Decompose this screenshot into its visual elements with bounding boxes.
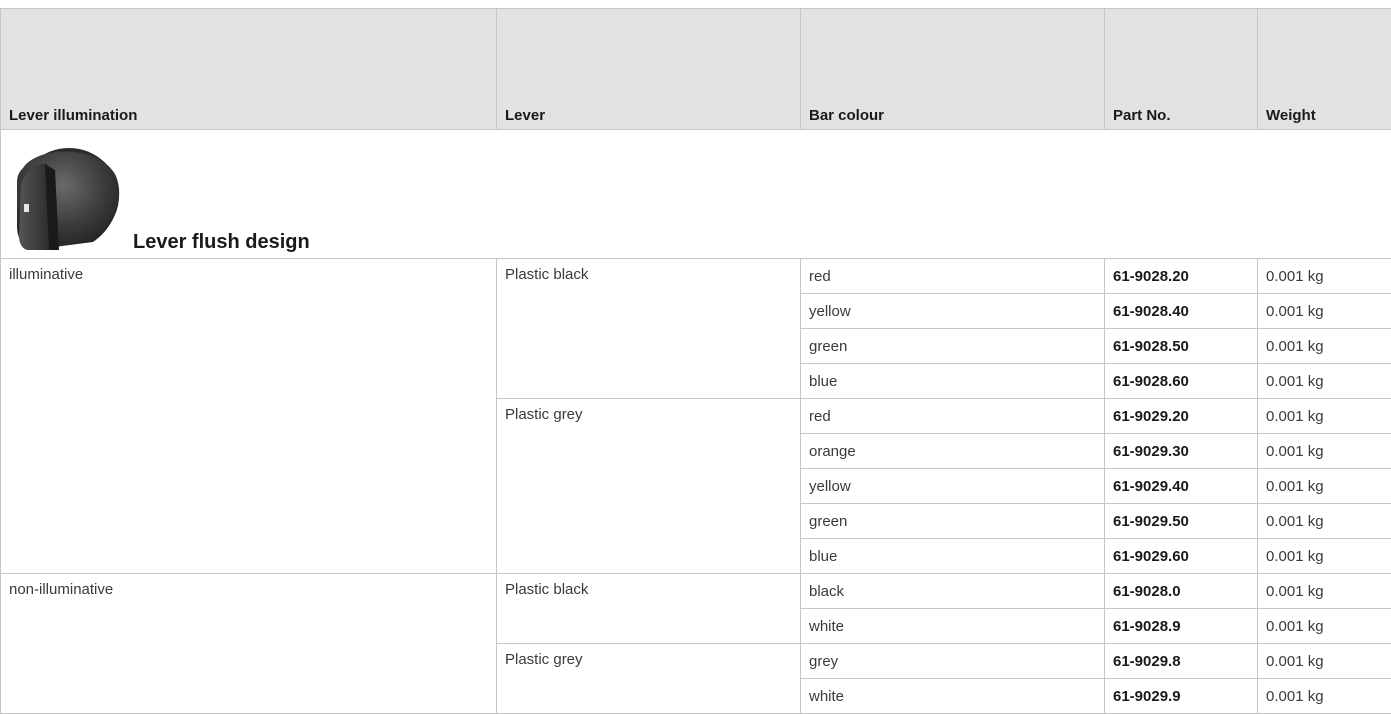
knob-icon [7,146,125,252]
bar-colour-cell: red [801,399,1105,434]
weight-cell: 0.001 kg [1258,504,1391,539]
bar-colour-cell: yellow [801,469,1105,504]
part-no-cell: 61-9029.8 [1105,644,1258,679]
product-table: Lever illumination Lever Bar colour Part… [0,8,1391,714]
illumination-cell: illuminative [1,259,497,574]
bar-colour-cell: blue [801,364,1105,399]
bar-colour-cell: blue [801,539,1105,574]
bar-colour-cell: red [801,259,1105,294]
part-no-cell: 61-9028.50 [1105,329,1258,364]
part-no-cell: 61-9029.40 [1105,469,1258,504]
table-row: non-illuminativePlastic blackblack61-902… [1,574,1391,609]
weight-cell: 0.001 kg [1258,259,1391,294]
part-no-cell: 61-9028.40 [1105,294,1258,329]
part-no-cell: 61-9028.60 [1105,364,1258,399]
lever-cell: Plastic grey [497,644,801,714]
bar-colour-cell: orange [801,434,1105,469]
part-no-cell: 61-9028.20 [1105,259,1258,294]
bar-colour-cell: green [801,504,1105,539]
lever-cell: Plastic black [497,259,801,399]
bar-colour-cell: green [801,329,1105,364]
header-row: Lever illumination Lever Bar colour Part… [1,9,1391,130]
bar-colour-cell: white [801,679,1105,714]
part-no-cell: 61-9029.9 [1105,679,1258,714]
section-title: Lever flush design [133,231,310,254]
header-weight: Weight [1258,9,1391,130]
weight-cell: 0.001 kg [1258,434,1391,469]
header-lever-illumination: Lever illumination [1,9,497,130]
header-bar-colour: Bar colour [801,9,1105,130]
part-no-cell: 61-9029.50 [1105,504,1258,539]
section-cell: Lever flush design [1,130,1391,259]
part-no-cell: 61-9029.30 [1105,434,1258,469]
part-no-cell: 61-9029.60 [1105,539,1258,574]
illumination-cell: non-illuminative [1,574,497,714]
weight-cell: 0.001 kg [1258,644,1391,679]
weight-cell: 0.001 kg [1258,679,1391,714]
bar-colour-cell: white [801,609,1105,644]
weight-cell: 0.001 kg [1258,609,1391,644]
weight-cell: 0.001 kg [1258,469,1391,504]
header-lever: Lever [497,9,801,130]
weight-cell: 0.001 kg [1258,539,1391,574]
part-no-cell: 61-9028.0 [1105,574,1258,609]
part-no-cell: 61-9029.20 [1105,399,1258,434]
bar-colour-cell: yellow [801,294,1105,329]
weight-cell: 0.001 kg [1258,364,1391,399]
header-part-no: Part No. [1105,9,1258,130]
weight-cell: 0.001 kg [1258,294,1391,329]
lever-cell: Plastic grey [497,399,801,574]
weight-cell: 0.001 kg [1258,329,1391,364]
bar-colour-cell: grey [801,644,1105,679]
weight-cell: 0.001 kg [1258,399,1391,434]
lever-cell: Plastic black [497,574,801,644]
part-no-cell: 61-9028.9 [1105,609,1258,644]
weight-cell: 0.001 kg [1258,574,1391,609]
section-row: Lever flush design [1,130,1391,259]
table-row: illuminativePlastic blackred61-9028.200.… [1,259,1391,294]
bar-colour-cell: black [801,574,1105,609]
